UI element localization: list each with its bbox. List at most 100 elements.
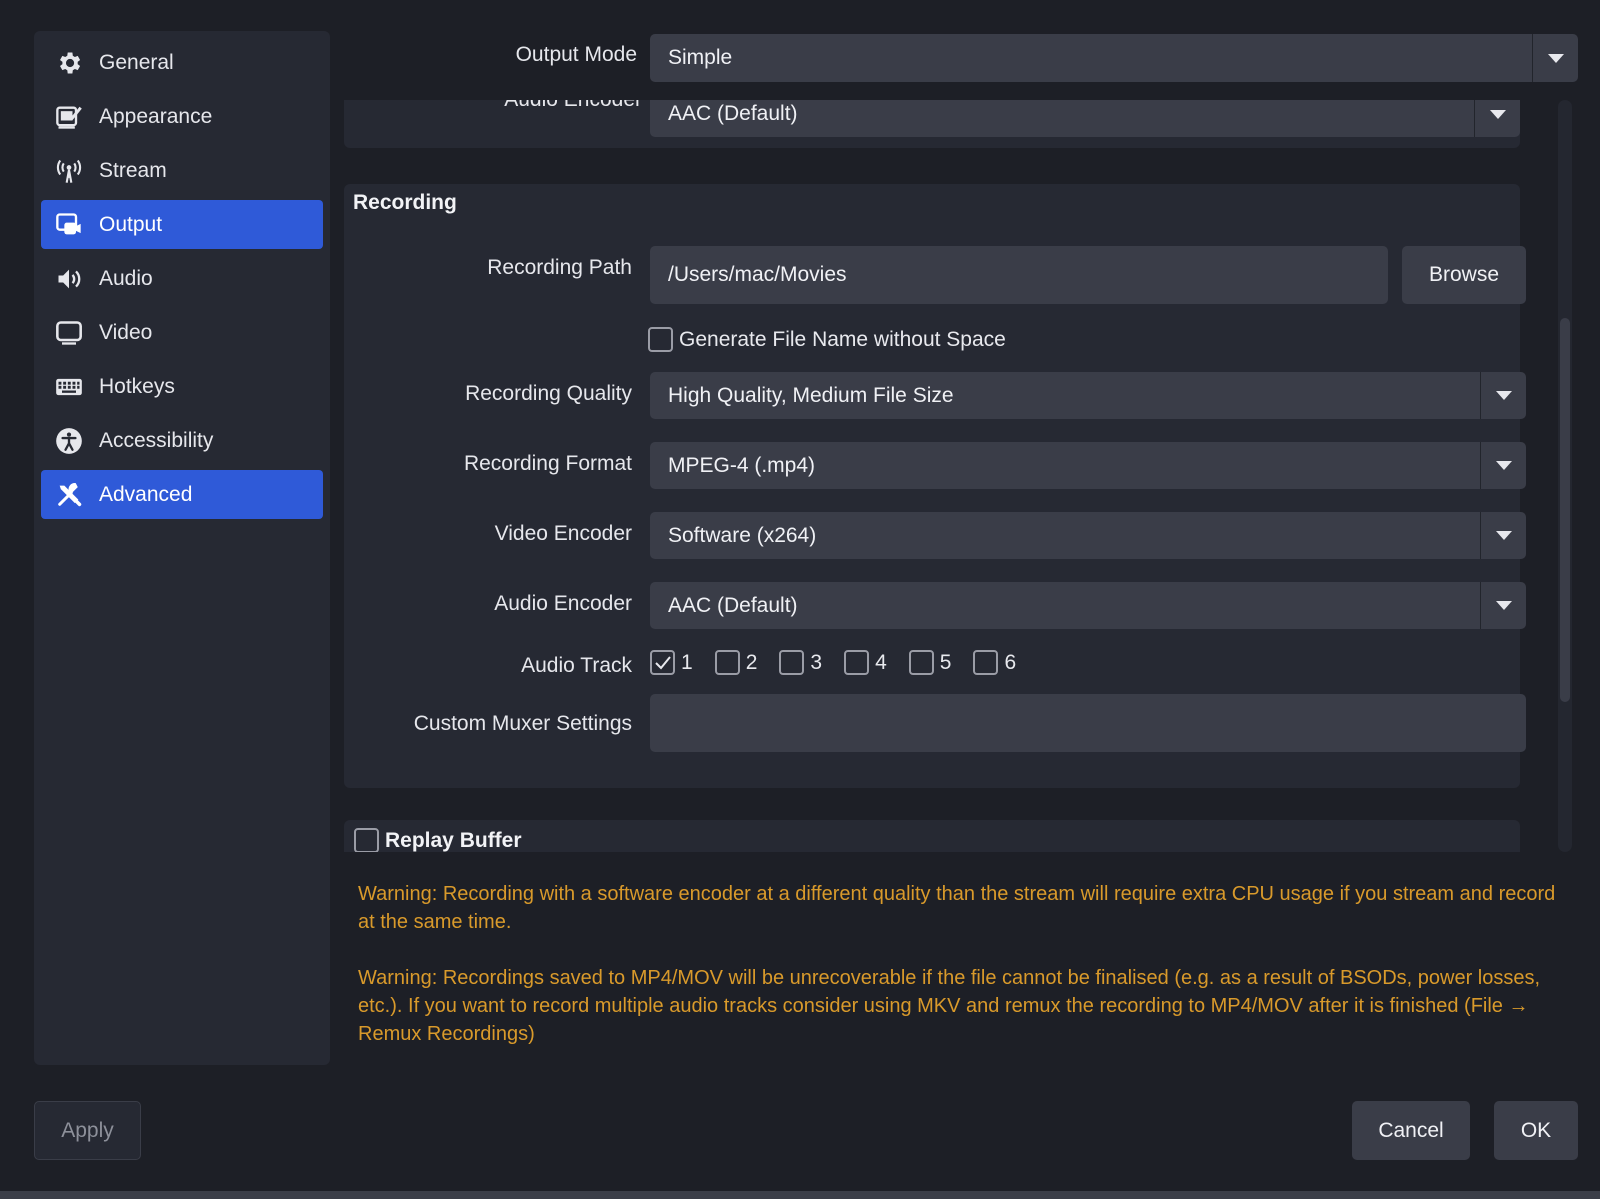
audio-track-number: 5 xyxy=(939,650,952,674)
audio-track-number: 4 xyxy=(875,650,887,674)
vertical-scrollbar[interactable] xyxy=(1558,100,1572,852)
audio-track-checkbox[interactable] xyxy=(650,650,675,675)
audio-track-checkbox[interactable] xyxy=(908,650,934,675)
recording-format-value: MPEG-4 (.mp4) xyxy=(668,453,816,477)
custom-muxer-input[interactable] xyxy=(650,694,1526,752)
audio-encoder-label: Audio Encoder xyxy=(494,592,632,615)
apply-button[interactable]: Apply xyxy=(34,1101,141,1160)
no-space-checkbox-row[interactable]: Generate File Name without Space xyxy=(648,327,1006,352)
replay-buffer-group: Replay Buffer xyxy=(344,820,1520,852)
audio-track-checkbox[interactable] xyxy=(779,650,805,675)
scrollbar-thumb[interactable] xyxy=(1560,318,1570,702)
recording-path-input[interactable]: /Users/mac/Movies xyxy=(650,246,1388,304)
output-icon xyxy=(55,211,83,239)
sidebar-item-audio[interactable]: Audio xyxy=(41,254,323,303)
warnings-area: Warning: Recording with a software encod… xyxy=(358,880,1558,1076)
video-encoder-select[interactable]: Software (x264) xyxy=(650,512,1526,559)
audio-track-3[interactable]: 3 xyxy=(779,650,822,675)
window-bottom-edge xyxy=(0,1191,1600,1199)
antenna-icon xyxy=(55,157,83,185)
replay-buffer-checkbox[interactable] xyxy=(354,828,379,852)
settings-sidebar: General Appearance Stream Output Audio V… xyxy=(34,31,330,1065)
audio-track-4[interactable]: 4 xyxy=(844,650,887,675)
keyboard-icon xyxy=(55,373,83,401)
cancel-button[interactable]: Cancel xyxy=(1352,1101,1470,1160)
audio-track-checkbox[interactable] xyxy=(844,650,870,675)
ok-button[interactable]: OK xyxy=(1494,1101,1578,1160)
sidebar-item-label: Video xyxy=(99,320,153,344)
sidebar-item-label: Hotkeys xyxy=(99,374,175,398)
recording-path-label: Recording Path xyxy=(487,256,632,279)
output-mode-label: Output Mode xyxy=(515,43,637,66)
sidebar-item-hotkeys[interactable]: Hotkeys xyxy=(41,362,323,411)
recording-group: Recording Recording Path /Users/mac/Movi… xyxy=(344,184,1526,788)
sidebar-item-label: Advanced xyxy=(99,482,193,506)
warning-text: Warning: Recording with a software encod… xyxy=(358,883,1556,933)
audio-track-number: 1 xyxy=(681,650,693,674)
audio-track-6[interactable]: 6 xyxy=(973,650,1016,675)
chevron-down-icon xyxy=(1480,372,1526,419)
chevron-down-icon xyxy=(1480,442,1526,489)
audio-track-number: 6 xyxy=(1004,650,1017,674)
sidebar-item-label: Stream xyxy=(99,158,167,182)
sidebar-item-accessibility[interactable]: Accessibility xyxy=(41,416,323,465)
audio-track-number: 3 xyxy=(810,650,823,674)
audio-encoder-select[interactable]: AAC (Default) xyxy=(650,582,1526,629)
video-encoder-value: Software (x264) xyxy=(668,523,817,547)
streaming-group: Audio Encoder AAC (Default) xyxy=(344,100,1520,148)
sidebar-item-advanced[interactable]: Advanced xyxy=(41,470,323,519)
gear-icon xyxy=(55,49,83,77)
audio-track-number: 2 xyxy=(745,650,758,674)
recording-quality-value: High Quality, Medium File Size xyxy=(668,383,954,407)
no-space-checkbox[interactable] xyxy=(648,327,673,352)
prev-audio-encoder-label: Audio Encoder xyxy=(504,100,642,112)
audio-track-label: Audio Track xyxy=(521,654,632,677)
recording-path-value: /Users/mac/Movies xyxy=(668,263,847,286)
sidebar-item-label: Appearance xyxy=(99,104,213,128)
recording-title: Recording xyxy=(353,191,457,214)
audio-track-1[interactable]: 1 xyxy=(650,650,693,675)
settings-scroll-area: Audio Encoder AAC (Default) Recording Re… xyxy=(338,100,1538,852)
monitor-icon xyxy=(55,319,83,347)
prev-audio-encoder-select[interactable]: AAC (Default) xyxy=(650,100,1520,137)
warning-text: Warning: Recordings saved to MP4/MOV wil… xyxy=(358,967,1541,1045)
output-mode-value: Simple xyxy=(668,46,733,69)
checkmark-icon xyxy=(654,655,671,669)
chevron-down-icon xyxy=(1480,582,1526,629)
recording-format-select[interactable]: MPEG-4 (.mp4) xyxy=(650,442,1526,489)
sidebar-item-label: Accessibility xyxy=(99,428,214,452)
replay-buffer-checkbox-row[interactable]: Replay Buffer xyxy=(354,828,522,852)
recording-format-label: Recording Format xyxy=(463,452,632,475)
recording-quality-label: Recording Quality xyxy=(465,382,632,405)
speaker-icon xyxy=(55,265,83,293)
sidebar-item-output[interactable]: Output xyxy=(41,200,323,249)
audio-encoder-value: AAC (Default) xyxy=(668,593,798,617)
output-mode-select[interactable]: Simple xyxy=(650,34,1578,82)
chevron-down-icon xyxy=(1532,34,1578,82)
sidebar-item-appearance[interactable]: Appearance xyxy=(41,92,323,141)
audio-track-list: 1 2 3 4 5 6 xyxy=(650,650,1038,675)
browse-button[interactable]: Browse xyxy=(1402,246,1526,304)
sidebar-item-video[interactable]: Video xyxy=(41,308,323,357)
appearance-icon xyxy=(55,103,83,131)
sidebar-item-general[interactable]: General xyxy=(41,38,323,87)
settings-window: General Appearance Stream Output Audio V… xyxy=(0,0,1600,1199)
audio-track-checkbox[interactable] xyxy=(714,650,740,675)
tools-icon xyxy=(55,481,83,509)
sidebar-item-label: Output xyxy=(99,212,163,236)
prev-audio-encoder-value: AAC (Default) xyxy=(668,102,798,125)
video-encoder-label: Video Encoder xyxy=(494,522,632,545)
custom-muxer-label: Custom Muxer Settings xyxy=(413,712,632,735)
replay-buffer-label: Replay Buffer xyxy=(385,828,522,852)
accessibility-icon xyxy=(55,427,83,455)
sidebar-item-label: General xyxy=(99,50,174,74)
recording-quality-select[interactable]: High Quality, Medium File Size xyxy=(650,372,1526,419)
audio-track-5[interactable]: 5 xyxy=(908,650,952,675)
audio-track-checkbox[interactable] xyxy=(973,650,999,675)
sidebar-item-stream[interactable]: Stream xyxy=(41,146,323,195)
no-space-label: Generate File Name without Space xyxy=(679,327,1006,351)
sidebar-item-label: Audio xyxy=(99,266,153,290)
chevron-down-icon xyxy=(1474,100,1520,137)
audio-track-2[interactable]: 2 xyxy=(714,650,758,675)
chevron-down-icon xyxy=(1480,512,1526,559)
